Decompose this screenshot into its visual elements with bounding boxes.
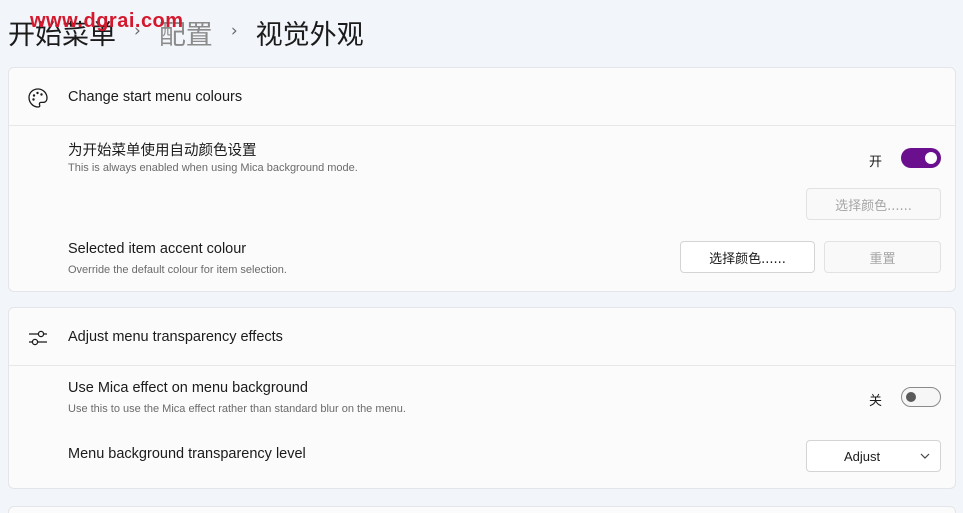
auto-colour-title: 为开始菜单使用自动颜色设置: [68, 143, 257, 159]
auto-colour-row: 为开始菜单使用自动颜色设置 This is always enabled whe…: [9, 126, 955, 226]
colour-card-title: Change start menu colours: [68, 88, 243, 105]
chevron-right-icon: ›: [230, 21, 238, 41]
chevron-down-icon: [920, 453, 930, 459]
colour-settings-card: Change start menu colours 为开始菜单使用自动颜色设置 …: [8, 67, 956, 292]
page-title: 视觉外观: [255, 19, 364, 51]
colour-card-header: Change start menu colours: [9, 68, 955, 126]
transparency-level-select[interactable]: Adjust: [806, 440, 941, 472]
mica-description: Use this to use the Mica effect rather t…: [68, 403, 406, 415]
toggle-knob: [906, 392, 916, 402]
auto-colour-toggle[interactable]: [901, 148, 941, 168]
transparency-level-title: Menu background transparency level: [68, 446, 306, 462]
palette-icon: [28, 88, 48, 108]
toggle-knob: [925, 152, 937, 164]
accent-colour-description: Override the default colour for item sel…: [68, 264, 287, 276]
mica-title: Use Mica effect on menu background: [68, 380, 308, 396]
sliders-icon: [29, 330, 47, 346]
next-settings-card: [8, 506, 956, 513]
accent-colour-pick-button[interactable]: 选择颜色......: [680, 241, 815, 273]
transparency-settings-card: Adjust menu transparency effects Use Mic…: [8, 307, 956, 489]
watermark: www.dgrai.com: [30, 10, 184, 32]
accent-colour-row: Selected item accent colour Override the…: [9, 228, 955, 292]
accent-colour-reset-button[interactable]: 重置: [824, 241, 941, 273]
transparency-card-title: Adjust menu transparency effects: [68, 328, 283, 345]
transparency-card-header: Adjust menu transparency effects: [9, 308, 955, 366]
auto-colour-toggle-label: 开: [869, 155, 883, 170]
mica-toggle-label: 关: [869, 394, 883, 409]
transparency-level-value: Adjust: [844, 449, 881, 464]
accent-colour-title: Selected item accent colour: [68, 241, 247, 257]
mica-row: Use Mica effect on menu background Use t…: [9, 366, 955, 426]
auto-colour-pick-button[interactable]: 选择颜色......: [806, 188, 941, 220]
transparency-level-row: Menu background transparency level Adjus…: [9, 428, 955, 488]
mica-toggle[interactable]: [901, 387, 941, 407]
auto-colour-description: This is always enabled when using Mica b…: [68, 162, 358, 174]
